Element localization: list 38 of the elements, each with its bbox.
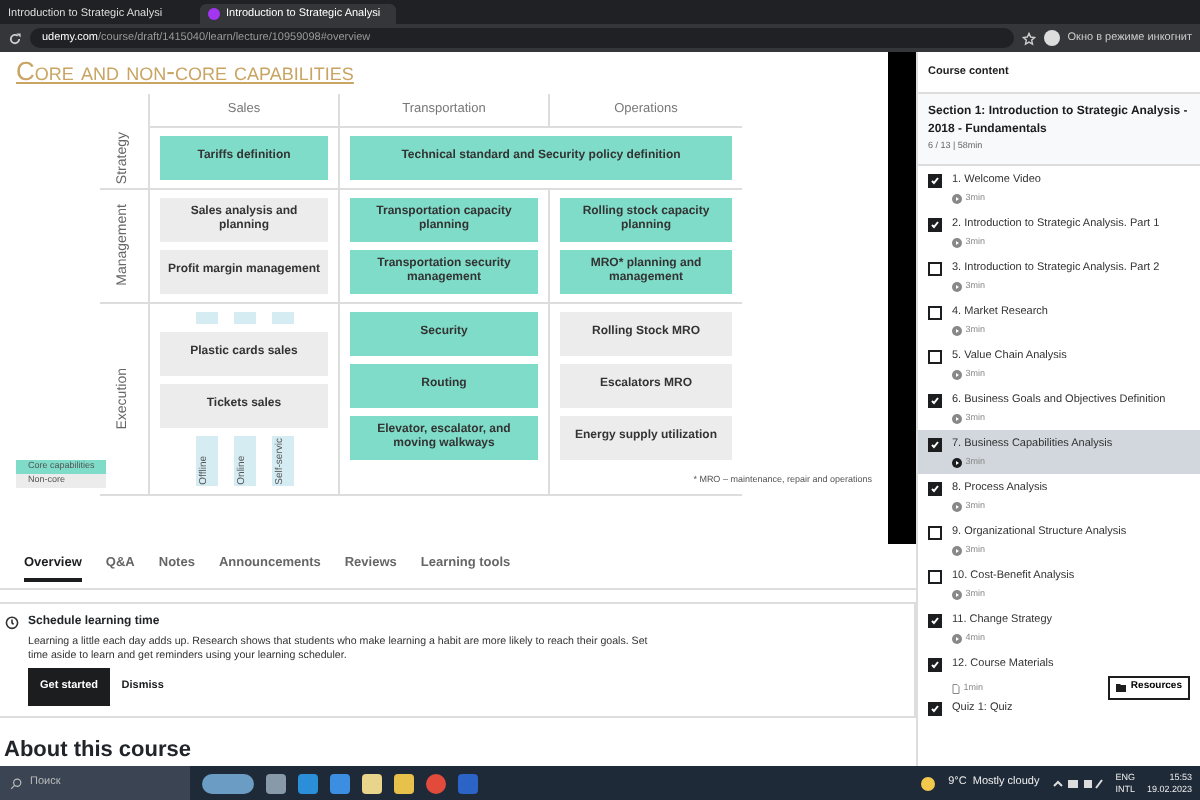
section-heading: About this course (4, 735, 194, 765)
play-icon (952, 238, 962, 249)
checkbox[interactable] (928, 438, 942, 452)
star-icon[interactable] (1021, 31, 1036, 45)
weather-icon[interactable] (920, 775, 937, 791)
play-icon (952, 282, 962, 293)
play-icon (952, 194, 962, 205)
checkbox[interactable] (928, 174, 942, 188)
play-icon (952, 370, 962, 381)
slide-title: Core and non-core capabilities (16, 56, 354, 88)
play-icon (952, 458, 962, 469)
search-icon (10, 777, 22, 789)
channel-bar (271, 311, 293, 324)
tray-icons-drawing[interactable] (1051, 777, 1104, 789)
document-icon (952, 683, 960, 693)
checkbox[interactable] (928, 262, 942, 276)
play-icon (952, 546, 962, 557)
play-icon (952, 414, 962, 425)
reload-icon[interactable] (8, 31, 22, 45)
channel-bar (233, 311, 255, 324)
checkbox[interactable] (928, 570, 942, 584)
play-icon (952, 502, 962, 513)
play-icon (952, 326, 962, 337)
alarm-clock-icon (4, 613, 20, 630)
site-icon (208, 8, 220, 20)
checkbox[interactable] (928, 218, 942, 232)
checkbox[interactable] (928, 482, 942, 496)
play-icon (952, 634, 962, 645)
checkbox[interactable] (928, 350, 942, 364)
play-icon (952, 590, 962, 601)
checkbox[interactable] (928, 614, 942, 628)
checkbox[interactable] (928, 702, 942, 716)
checkbox[interactable] (928, 306, 942, 320)
checkbox[interactable] (928, 526, 942, 540)
channel-bar (195, 311, 217, 324)
avatar-icon[interactable] (1043, 30, 1060, 46)
checkbox[interactable] (928, 658, 942, 672)
checkbox[interactable] (928, 394, 942, 408)
